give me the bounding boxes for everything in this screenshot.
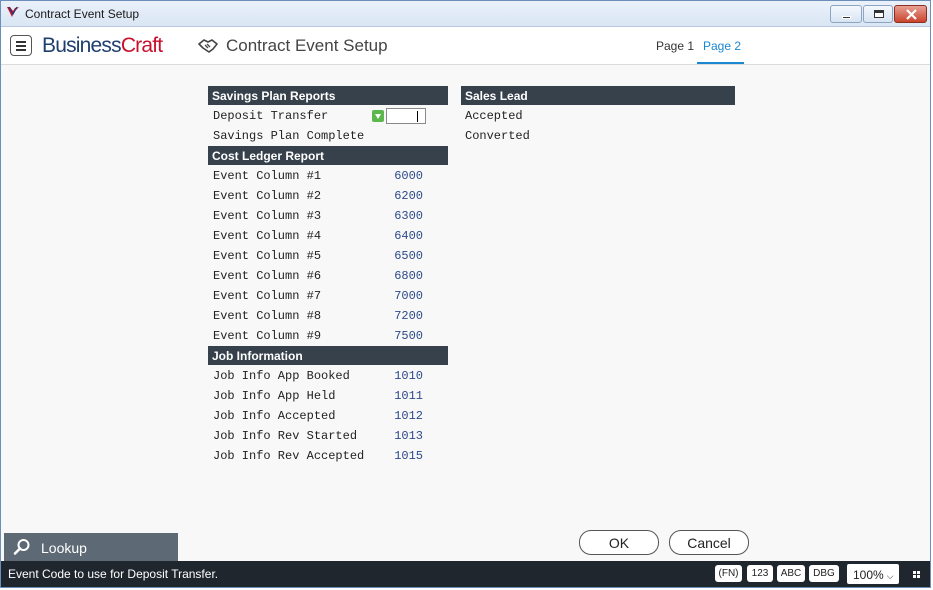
label-event-column-3: Event Column #3 (213, 209, 322, 223)
active-tab-indicator (697, 62, 744, 64)
label-event-column-5: Event Column #5 (213, 249, 322, 263)
page-title: Contract Event Setup (226, 36, 388, 55)
section-header-sales-lead: Sales Lead (461, 86, 735, 105)
numeric-mode-button[interactable]: 123 (747, 565, 773, 582)
value-event-column-4[interactable]: 6400 (383, 229, 423, 243)
status-message: Event Code to use for Deposit Transfer. (8, 567, 219, 581)
value-event-column-8[interactable]: 7200 (383, 309, 423, 323)
deposit-transfer-input[interactable] (386, 108, 426, 124)
label-deposit-transfer: Deposit Transfer (213, 109, 329, 123)
close-button[interactable] (894, 5, 927, 23)
status-bar: Event Code to use for Deposit Transfer. … (1, 561, 930, 587)
value-event-column-6[interactable]: 6800 (383, 269, 423, 283)
close-icon (906, 9, 917, 20)
hamburger-menu-button[interactable] (10, 35, 32, 56)
chevron-down-icon: ⌵ (886, 571, 894, 581)
value-event-column-9[interactable]: 7500 (383, 329, 423, 343)
label-event-column-2: Event Column #2 (213, 189, 322, 203)
ok-button[interactable]: OK (579, 530, 659, 555)
grid-icon[interactable] (913, 571, 920, 578)
value-job-info-accepted[interactable]: 1012 (383, 409, 423, 423)
label-job-info-rev-accepted: Job Info Rev Accepted (213, 449, 365, 463)
section-header-job-information: Job Information (208, 346, 448, 365)
app-header: BusinessCraft Contract Event Setup Page … (1, 27, 930, 65)
tab-page-2[interactable]: Page 2 (703, 39, 741, 53)
value-job-info-rev-started[interactable]: 1013 (383, 429, 423, 443)
cancel-button[interactable]: Cancel (669, 530, 749, 555)
value-event-column-3[interactable]: 6300 (383, 209, 423, 223)
lookup-panel-button[interactable]: Lookup (4, 533, 178, 561)
value-event-column-7[interactable]: 7000 (383, 289, 423, 303)
label-job-info-accepted: Job Info Accepted (213, 409, 336, 423)
zoom-value: 100% (853, 568, 884, 582)
title-bar[interactable]: Contract Event Setup (1, 1, 930, 27)
label-event-column-1: Event Column #1 (213, 169, 322, 183)
label-job-info-app-booked: Job Info App Booked (213, 369, 350, 383)
alpha-mode-button[interactable]: ABC (777, 565, 805, 582)
minimize-button[interactable] (830, 5, 862, 23)
zoom-select[interactable]: 100% ⌵ (847, 564, 899, 584)
value-event-column-2[interactable]: 6200 (383, 189, 423, 203)
window-title: Contract Event Setup (25, 7, 140, 21)
value-job-info-app-held[interactable]: 1011 (383, 389, 423, 403)
app-window: Contract Event Setup BusinessCraft Contr… (0, 0, 931, 588)
value-job-info-rev-accepted[interactable]: 1015 (383, 449, 423, 463)
tab-page-1[interactable]: Page 1 (656, 39, 694, 53)
search-icon (13, 539, 30, 555)
label-event-column-4: Event Column #4 (213, 229, 322, 243)
section-header-savings-plan: Savings Plan Reports (208, 86, 448, 105)
fn-key-button[interactable]: (FN) (715, 565, 742, 582)
brand-logo: BusinessCraft (42, 34, 163, 57)
handshake-icon (198, 39, 218, 53)
label-sales-lead-converted: Converted (465, 129, 530, 143)
label-event-column-8: Event Column #8 (213, 309, 322, 323)
label-job-info-rev-started: Job Info Rev Started (213, 429, 358, 443)
app-logo-icon (7, 6, 19, 17)
lookup-dropdown-icon[interactable] (372, 110, 384, 122)
section-header-cost-ledger: Cost Ledger Report (208, 146, 448, 165)
value-job-info-app-booked[interactable]: 1010 (383, 369, 423, 383)
label-sales-lead-accepted: Accepted (465, 109, 523, 123)
label-savings-plan-complete: Savings Plan Complete (213, 129, 365, 143)
label-event-column-9: Event Column #9 (213, 329, 322, 343)
value-event-column-1[interactable]: 6000 (383, 169, 423, 183)
value-event-column-5[interactable]: 6500 (383, 249, 423, 263)
label-event-column-7: Event Column #7 (213, 289, 322, 303)
lookup-label: Lookup (41, 540, 87, 556)
label-event-column-6: Event Column #6 (213, 269, 322, 283)
debug-button[interactable]: DBG (809, 565, 839, 582)
maximize-button[interactable] (863, 5, 893, 23)
label-job-info-app-held: Job Info App Held (213, 389, 336, 403)
